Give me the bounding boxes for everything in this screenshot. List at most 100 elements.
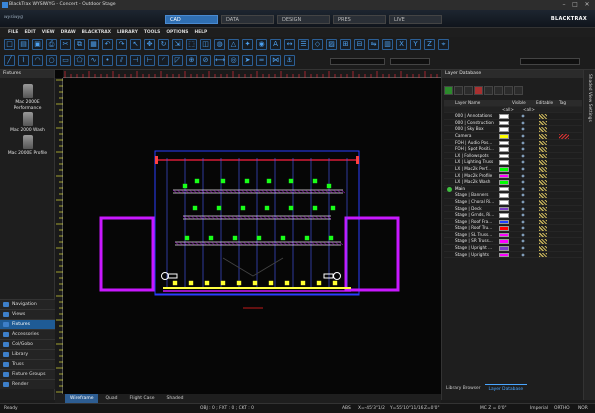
text-icon[interactable]: A — [270, 39, 281, 50]
eye-icon[interactable]: ◉ — [517, 245, 529, 252]
truss-icon[interactable]: ⋈ — [270, 55, 281, 66]
symbol-icon[interactable]: ◇ — [312, 39, 323, 50]
layer-row[interactable]: Stage | Upright ... ◉ — [444, 245, 582, 252]
layer-color-swatch[interactable] — [499, 213, 509, 218]
group-icon[interactable]: ⊞ — [340, 39, 351, 50]
lock-toggle[interactable] — [539, 252, 547, 258]
eye-icon[interactable]: ◉ — [517, 212, 529, 219]
undo-icon[interactable]: ↶ — [102, 39, 113, 50]
layer-row[interactable]: Stage | Choral Ri... ◉ — [444, 199, 582, 206]
status-units[interactable]: Imperial — [530, 404, 548, 413]
mode-tab-live[interactable]: LIVE — [389, 15, 442, 24]
hang-icon[interactable]: ⚓ — [284, 55, 295, 66]
fixture-symbol[interactable] — [304, 235, 310, 241]
join-icon[interactable]: ⊕ — [186, 55, 197, 66]
move-icon[interactable]: ✥ — [144, 39, 155, 50]
extend-icon[interactable]: ⊢ — [144, 55, 155, 66]
z-axis-icon[interactable]: Z — [424, 39, 435, 50]
layer-row[interactable]: Stage | Deck ◉ — [444, 206, 582, 213]
fixture-symbol[interactable] — [264, 205, 270, 211]
nav-accessories[interactable]: Accessories — [0, 329, 55, 339]
snap-icon[interactable]: ⌖ — [438, 39, 449, 50]
layer-color-swatch[interactable] — [499, 193, 509, 198]
menu-draw[interactable]: DRAW — [61, 28, 76, 37]
layer-row[interactable]: FOH | Spot Positi... ◉ — [444, 146, 582, 153]
lock-toggle[interactable] — [539, 193, 547, 198]
lock-toggle[interactable] — [539, 166, 547, 172]
select-icon[interactable]: ↖ — [130, 39, 141, 50]
layer-color-swatch[interactable] — [499, 153, 509, 159]
fixture-symbol[interactable] — [288, 205, 294, 211]
nav-render[interactable]: Render — [0, 379, 55, 389]
spline-icon[interactable]: ∿ — [88, 55, 99, 66]
lock-toggle[interactable] — [539, 239, 547, 245]
panel-tab-layer-database[interactable]: Layer Database — [484, 384, 528, 394]
lock-toggle[interactable] — [539, 246, 547, 251]
paste-icon[interactable]: ▦ — [88, 39, 99, 50]
menu-blacktrax[interactable]: BLACKTRAX — [82, 28, 111, 37]
dimension-icon[interactable]: ↔ — [284, 39, 295, 50]
layer-color-swatch[interactable] — [499, 252, 509, 258]
lock-toggle[interactable] — [539, 219, 547, 225]
cylinder-icon[interactable]: ◫ — [200, 39, 211, 50]
mode-tab-pres[interactable]: PRES — [333, 15, 386, 24]
view-tab-quad[interactable]: Quad — [100, 394, 122, 403]
focus-icon[interactable]: ◎ — [228, 55, 239, 66]
lock-toggle[interactable] — [539, 147, 547, 152]
lock-toggle[interactable] — [539, 114, 547, 119]
filter-visible[interactable]: <all> — [502, 107, 514, 114]
eye-icon[interactable]: ◉ — [517, 252, 529, 259]
aim-icon[interactable]: ➤ — [242, 55, 253, 66]
nav-fixture-groups[interactable]: Fixture Groups — [0, 369, 55, 379]
mode-tab-design[interactable]: DESIGN — [277, 15, 330, 24]
tag-icon[interactable] — [559, 133, 569, 139]
fixture-symbol[interactable] — [256, 235, 262, 241]
col-tag[interactable]: Tag — [559, 100, 566, 107]
box-icon[interactable]: ⬚ — [186, 39, 197, 50]
fixture-item[interactable]: Mac 2000E Performance — [4, 84, 51, 111]
lock-toggle[interactable] — [539, 160, 547, 165]
fixture-symbol[interactable] — [268, 280, 274, 286]
offset-icon[interactable]: ⫽ — [116, 55, 127, 66]
layer-sort-icon[interactable] — [504, 86, 513, 95]
redo-icon[interactable]: ↷ — [116, 39, 127, 50]
layer-row[interactable]: Stage | Grnds, Ri... ◉ — [444, 212, 582, 219]
eye-icon[interactable]: ◉ — [517, 153, 529, 160]
nav-views[interactable]: Views — [0, 309, 55, 319]
status-abs[interactable]: ABS — [342, 404, 351, 413]
print-icon[interactable]: ⎙ — [46, 39, 57, 50]
camera-icon[interactable]: ◉ — [256, 39, 267, 50]
fixture-symbol[interactable] — [216, 205, 222, 211]
eye-icon[interactable]: ◉ — [517, 219, 529, 226]
fixture-symbol[interactable] — [300, 280, 306, 286]
mirror-icon[interactable]: ⇋ — [368, 39, 379, 50]
rotate-icon[interactable]: ↻ — [158, 39, 169, 50]
light-icon[interactable]: ✦ — [242, 39, 253, 50]
close-icon[interactable]: ✕ — [583, 1, 591, 9]
fixture-symbol[interactable] — [316, 280, 322, 286]
menu-edit[interactable]: EDIT — [24, 28, 35, 37]
nav-navigation[interactable]: Navigation — [0, 299, 55, 309]
layer-dropdown[interactable] — [330, 58, 385, 65]
eye-icon[interactable]: ◉ — [517, 146, 529, 153]
point-icon[interactable]: • — [102, 55, 113, 66]
cone-icon[interactable]: △ — [228, 39, 239, 50]
layer-row[interactable]: Stage | Banners ◉ — [444, 192, 582, 199]
layer-options-icon[interactable] — [514, 86, 523, 95]
fixture-symbol[interactable] — [240, 205, 246, 211]
col-layer-name[interactable]: Layer Name — [455, 100, 480, 107]
fixture-symbol[interactable] — [192, 205, 198, 211]
nav-fixtures[interactable]: Fixtures — [0, 319, 55, 329]
layer-row[interactable]: LX | Mac2k Perf... ◉ — [444, 166, 582, 173]
pipe-icon[interactable]: ═ — [256, 55, 267, 66]
fixture-symbol[interactable] — [236, 280, 242, 286]
eye-icon[interactable]: ◉ — [517, 179, 529, 186]
layer-color-swatch[interactable] — [499, 127, 509, 132]
fixture-symbol[interactable] — [188, 280, 194, 286]
mode-tab-cad[interactable]: CAD — [165, 15, 218, 24]
fixture-symbol[interactable] — [288, 178, 294, 184]
nav-library[interactable]: Library — [0, 349, 55, 359]
layer-color-swatch[interactable] — [499, 239, 509, 245]
menu-tools[interactable]: TOOLS — [144, 28, 160, 37]
eye-icon[interactable]: ◉ — [517, 192, 529, 199]
